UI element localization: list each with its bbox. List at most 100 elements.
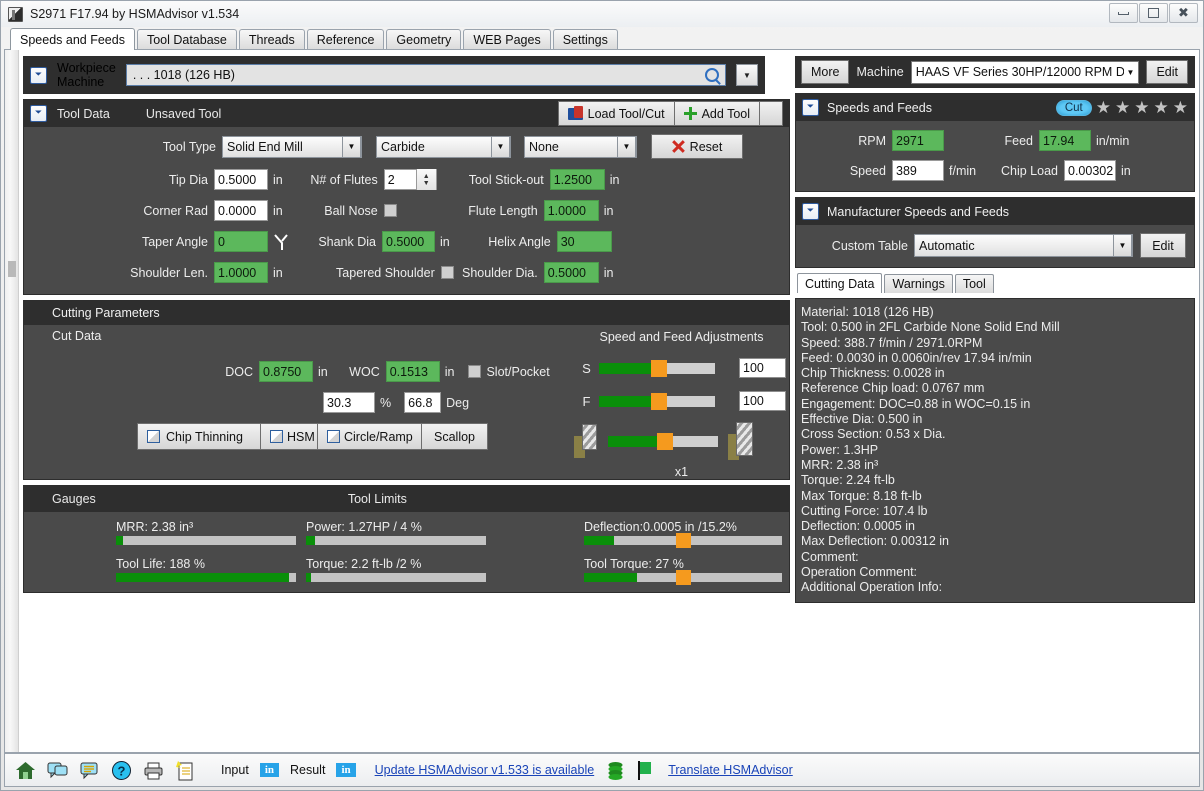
collapse-manufacturer-icon[interactable]: ⏷ [802,203,819,220]
close-icon[interactable]: ✖ [1169,3,1198,23]
tab-tool[interactable]: Tool [954,274,994,293]
help-icon[interactable]: ? [111,760,132,781]
collapse-tool-data-icon[interactable]: ⏷ [30,105,47,122]
load-tool-cut-button[interactable]: Load Tool/Cut [557,101,674,126]
chip-thinning-checkbox[interactable] [147,430,160,443]
material-dropdown-icon[interactable]: ▼ [736,64,758,86]
machine-edit-button[interactable]: Edit [1146,60,1188,84]
chevron-down-icon[interactable]: ▼ [1124,68,1135,77]
tab-warnings[interactable]: Warnings [884,274,953,293]
taper-angle-input[interactable]: 0 [214,231,268,252]
chip-load-input[interactable]: 0.00302 [1064,160,1116,181]
note-icon[interactable] [79,760,100,781]
star-icon[interactable]: ★ [1154,99,1169,116]
window-title: S2971 F17.94 by HSMAdvisor v1.534 [30,7,240,21]
slot-pocket-checkbox[interactable] [468,365,482,378]
tapered-shoulder-checkbox[interactable] [440,266,454,279]
shoulder-len-input[interactable]: 1.0000 [214,262,268,283]
ball-nose-checkbox[interactable] [383,204,397,217]
stickout-input[interactable]: 1.2500 [549,169,605,190]
input-unit-badge[interactable]: in [259,763,279,777]
speed-slider[interactable] [599,359,715,377]
add-tool-button[interactable]: Add Tool [673,101,759,126]
shoulder-dia-input[interactable]: 0.5000 [543,262,599,283]
tab-cutting-data[interactable]: Cutting Data [797,273,883,293]
maximize-button[interactable] [1139,3,1168,23]
chat-icon[interactable] [47,760,68,781]
search-icon[interactable] [705,68,719,82]
new-list-icon[interactable] [175,760,196,781]
star-icon[interactable]: ★ [1115,99,1130,116]
shank-dia-input[interactable]: 0.5000 [382,231,435,252]
tool-type-select[interactable]: Solid End Mill ▼ [222,135,362,158]
tab-speeds-and-feeds[interactable]: Speeds and Feeds [10,28,135,50]
tab-threads[interactable]: Threads [238,29,305,49]
star-icon[interactable]: ★ [1096,99,1111,116]
manufacturer-edit-button[interactable]: Edit [1140,233,1186,258]
menu-icon[interactable] [759,101,783,126]
cutting-data-pane: Material: 1018 (126 HB) Tool: 0.500 in 2F… [795,298,1195,603]
custom-table-select[interactable]: Automatic ▼ [914,234,1133,257]
woc-input[interactable]: 0.1513 [385,361,440,382]
tool-material-select[interactable]: Carbide ▼ [376,135,511,158]
machine-select[interactable]: HAAS VF Series 30HP/12000 RPM Direct Dri… [910,60,1140,84]
corner-rad-input[interactable]: 0.0000 [214,200,268,221]
tab-settings[interactable]: Settings [552,29,618,49]
chevron-down-icon[interactable]: ▼ [1113,234,1132,257]
result-unit-badge[interactable]: in [336,763,356,777]
chevron-down-icon[interactable]: ▼ [491,135,510,158]
circle-ramp-checkbox[interactable] [327,430,340,443]
tool-size-slider[interactable] [608,432,718,450]
collapse-workpiece-icon[interactable]: ⏷ [30,66,47,84]
rpm-input[interactable]: 2971 [892,130,944,151]
scallop-button[interactable]: Scallop [422,423,488,450]
feed-percent-input[interactable]: 100 [739,391,786,411]
vertical-scrollbar[interactable] [5,50,19,752]
flag-icon[interactable] [637,760,653,781]
circle-ramp-button[interactable]: Circle/Ramp [318,423,422,450]
shank-dia-unit: in [440,234,450,249]
home-icon[interactable] [15,760,36,781]
feed-slider[interactable] [599,392,715,410]
limit-label: Tool Torque: 27 % [584,557,684,571]
chevron-down-icon[interactable]: ▼ [617,135,636,158]
print-icon[interactable] [143,760,164,781]
cut-badge[interactable]: Cut [1055,99,1092,116]
speed-input[interactable]: 389 [892,160,944,181]
stack-icon[interactable] [605,760,626,781]
tab-label: Speeds and Feeds [20,32,125,47]
update-link[interactable]: Update HSMAdvisor v1.533 is available [375,763,595,777]
translate-link[interactable]: Translate HSMAdvisor [668,763,793,777]
tab-web-pages[interactable]: WEB Pages [463,29,551,49]
limit-bar[interactable] [584,533,782,548]
hsm-checkbox[interactable] [270,430,283,443]
woc-percent-input[interactable]: 30.3 [323,392,375,413]
main-tabs: Speeds and Feeds Tool Database Threads R… [1,27,1203,50]
flute-length-input[interactable]: 1.0000 [543,200,599,221]
engagement-angle-input[interactable]: 66.8 [404,392,442,413]
flutes-input[interactable]: 2 ▲ ▼ [383,169,437,190]
tab-geometry[interactable]: Geometry [386,29,462,49]
more-button[interactable]: More [801,60,850,84]
minimize-button[interactable] [1109,3,1138,23]
tab-reference[interactable]: Reference [306,29,385,49]
flutes-stepper[interactable]: ▲ ▼ [415,169,436,190]
chevron-down-icon[interactable]: ▼ [342,135,361,158]
chip-thinning-button[interactable]: Chip Thinning [137,423,261,450]
hsm-button[interactable]: HSM [261,423,318,450]
collapse-speeds-icon[interactable]: ⏷ [802,99,819,116]
tool-limits-title: Tool Limits [347,492,407,506]
tool-coating-select[interactable]: None ▼ [524,135,637,158]
helix-input[interactable]: 30 [556,231,612,252]
material-search-input[interactable]: . . . 1018 (126 HB) [125,64,726,86]
tip-dia-input[interactable]: 0.5000 [214,169,268,190]
doc-input[interactable]: 0.8750 [259,361,313,382]
feed-input[interactable]: 17.94 [1039,130,1091,151]
reset-button[interactable]: Reset [651,134,743,159]
star-icon[interactable]: ★ [1173,99,1188,116]
scrollbar-thumb[interactable] [8,260,16,277]
limit-bar[interactable] [584,570,782,585]
star-icon[interactable]: ★ [1134,99,1149,116]
speed-percent-input[interactable]: 100 [739,358,786,378]
tab-tool-database[interactable]: Tool Database [136,29,237,49]
